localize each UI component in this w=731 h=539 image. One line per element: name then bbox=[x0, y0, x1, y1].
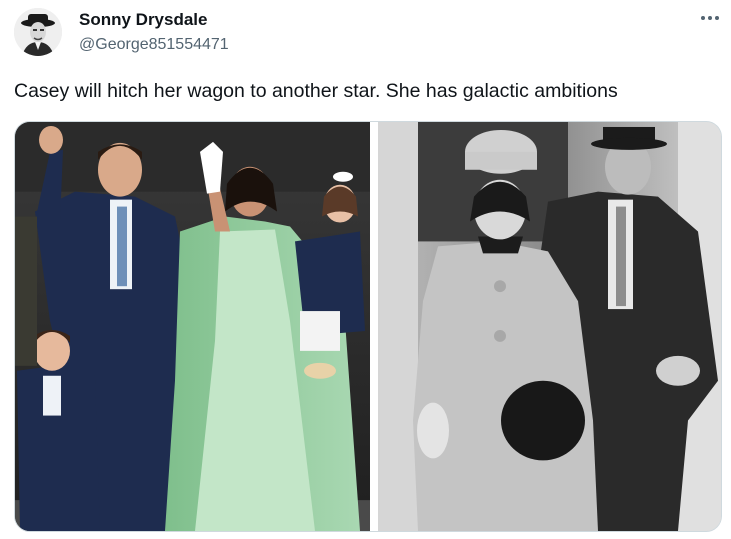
more-horizontal-icon-dot bbox=[708, 16, 712, 20]
more-horizontal-icon bbox=[701, 16, 705, 20]
tweet-card: Sonny Drysdale @George851554471 Casey wi… bbox=[0, 0, 731, 539]
color-photo[interactable] bbox=[15, 122, 370, 531]
bw-portrait-avatar-icon bbox=[14, 8, 62, 56]
user-handle[interactable]: @George851554471 bbox=[79, 36, 229, 54]
more-horizontal-icon-dot bbox=[715, 16, 719, 20]
display-name[interactable]: Sonny Drysdale bbox=[79, 10, 208, 30]
color-photo-illustration bbox=[15, 122, 370, 531]
tweet-text: Casey will hitch her wagon to another st… bbox=[14, 80, 618, 102]
avatar[interactable] bbox=[14, 8, 62, 56]
bw-photo-illustration bbox=[378, 122, 721, 531]
tweet-media[interactable] bbox=[14, 121, 722, 532]
bw-photo[interactable] bbox=[378, 122, 721, 531]
more-options-button[interactable] bbox=[694, 6, 726, 30]
